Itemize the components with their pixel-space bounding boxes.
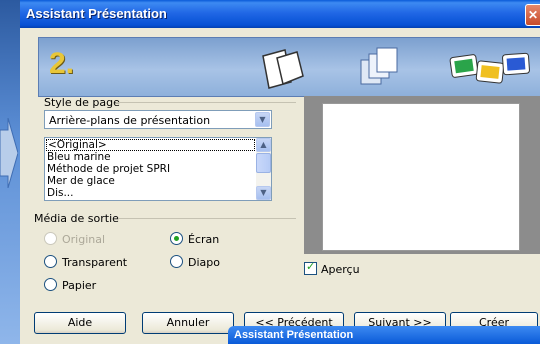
blank-pages-icon [262,49,304,89]
scroll-down-icon[interactable]: ▼ [256,186,271,200]
checkbox-box [304,260,317,275]
close-button[interactable]: ✕ [525,4,540,26]
scroll-up-icon[interactable]: ▲ [256,138,271,152]
layered-pages-icon [360,47,398,85]
radio-circle-selected [170,232,183,245]
page-style-dropdown[interactable]: Arrière-plans de présentation ▼ [44,110,272,129]
radio-original[interactable]: Original [44,232,105,246]
radio-screen[interactable]: Écran [170,232,219,246]
radio-paper-label: Papier [62,279,97,292]
second-wizard-window[interactable]: Assistant Présentation [228,326,540,344]
preview-page [322,103,520,251]
radio-circle [44,255,57,268]
help-button[interactable]: Aide [34,312,126,334]
cancel-button[interactable]: Annuler [142,312,234,334]
close-icon: ✕ [527,8,539,22]
list-scrollbar[interactable]: ▲ ▼ [256,138,271,200]
wizard-banner: 2. [38,37,540,97]
page-style-list[interactable]: <Original> Bleu marine Méthode de projet… [44,137,272,201]
radio-screen-label: Écran [188,233,220,246]
chevron-down-icon[interactable]: ▼ [255,112,270,127]
radio-original-label: Original [62,233,106,246]
page-style-label: Style de page [44,96,120,109]
radio-paper[interactable]: Papier [44,278,96,292]
window-title: Assistant Présentation [26,6,167,21]
wizard-window: Assistant Présentation ✕ 2. Style de pag… [20,0,540,344]
second-window-title: Assistant Présentation [234,329,354,341]
output-media-label: Média de sortie [34,212,119,225]
radio-circle [44,232,57,245]
arrow-right-icon [0,118,18,188]
radio-slide[interactable]: Diapo [170,255,220,269]
list-item[interactable]: <Original> [46,139,255,151]
radio-circle [44,278,57,291]
radio-transparent-label: Transparent [62,256,128,269]
list-item[interactable]: Mer de glace [45,175,271,187]
preview-checkbox-label: Aperçu [321,263,360,276]
preview-checkbox[interactable]: Aperçu [304,260,360,276]
list-item[interactable]: Bleu marine [45,151,271,163]
output-media-divider [118,218,296,219]
list-item[interactable]: Dis... [45,187,271,199]
page-style-divider [116,102,296,103]
scroll-thumb[interactable] [256,153,271,173]
page-style-selected: Arrière-plans de présentation [49,114,211,127]
preview-frame [304,96,540,254]
radio-slide-label: Diapo [188,256,220,269]
step-number: 2. [49,47,75,80]
list-item[interactable]: Méthode de projet SPRI [45,163,271,175]
radio-transparent[interactable]: Transparent [44,255,127,269]
radio-circle [170,255,183,268]
color-slides-icon [449,52,530,84]
title-bar[interactable]: Assistant Présentation ✕ [20,0,540,28]
